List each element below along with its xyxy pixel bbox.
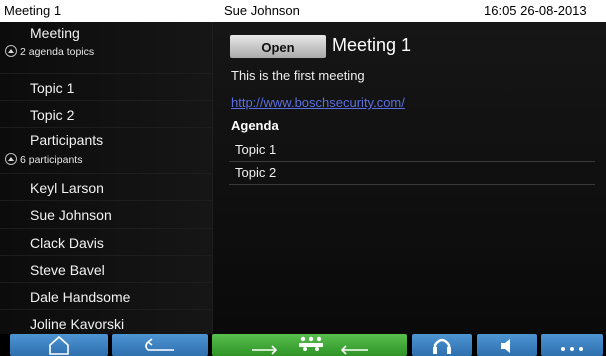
- meeting-title: Meeting 1: [332, 35, 412, 55]
- sidebar-item-participant[interactable]: Steve Bavel: [0, 256, 212, 283]
- participant-name: Clack Davis: [30, 235, 104, 251]
- sidebar-item-topic[interactable]: Topic 2: [0, 101, 212, 128]
- agenda-item-label: Topic 2: [235, 165, 277, 180]
- agenda-topic-count: 2 agenda topics: [20, 46, 95, 58]
- bottom-toolbar: [0, 334, 606, 356]
- agenda-item[interactable]: Topic 1: [229, 139, 595, 162]
- meeting-details: Open Meeting 1 This is the first meeting…: [213, 22, 606, 334]
- meeting-name: Meeting 1: [4, 3, 62, 18]
- sidebar-item-participant[interactable]: Dale Handsome: [0, 283, 212, 310]
- participant-name: Dale Handsome: [30, 289, 131, 305]
- headphones-icon: [433, 338, 451, 354]
- headphones-button[interactable]: [412, 334, 472, 356]
- group-transfer-icon: [252, 336, 368, 355]
- sidebar-item-participants[interactable]: Participants 6 participants: [0, 128, 212, 174]
- agenda-item-label: Topic 1: [235, 142, 277, 157]
- agenda-heading: Agenda: [231, 118, 279, 133]
- sidebar-item-label: Topic 1: [30, 80, 75, 96]
- sidebar-item-participant[interactable]: Sue Johnson: [0, 201, 212, 229]
- sidebar-item-participant[interactable]: Keyl Larson: [0, 174, 212, 201]
- meeting-description: This is the first meeting: [231, 68, 365, 83]
- sidebar-item-participant[interactable]: Joline Kavorski: [0, 310, 212, 334]
- more-dots-icon: [561, 347, 583, 351]
- participant-name: Steve Bavel: [30, 262, 105, 278]
- status-bar: Meeting 1 Sue Johnson 16:05 26-08-2013: [0, 0, 606, 22]
- sidebar-item-topic[interactable]: Topic 1: [0, 74, 212, 101]
- back-button[interactable]: [112, 334, 208, 356]
- sidebar-item-participant[interactable]: Clack Davis: [0, 229, 212, 256]
- volume-button[interactable]: [477, 334, 537, 356]
- home-icon: [49, 335, 69, 355]
- participant-name: Joline Kavorski: [30, 316, 125, 332]
- sidebar-item-label: Topic 2: [30, 107, 75, 123]
- meeting-link[interactable]: http://www.boschsecurity.com/: [231, 95, 405, 110]
- collapse-icon[interactable]: [5, 45, 17, 57]
- agenda-item[interactable]: Topic 2: [229, 162, 595, 185]
- sidebar: Meeting 2 agenda topics Topic 1 Topic 2 …: [0, 22, 213, 334]
- sidebar-item-label: Meeting: [30, 25, 80, 41]
- more-button[interactable]: [541, 334, 603, 356]
- collapse-icon[interactable]: [5, 153, 17, 165]
- transfer-button[interactable]: [212, 334, 407, 356]
- speaker-icon: [501, 339, 510, 353]
- sidebar-item-label: Participants: [30, 132, 104, 148]
- participant-name: Keyl Larson: [30, 180, 104, 196]
- home-button[interactable]: [10, 334, 108, 356]
- participant-name: Sue Johnson: [30, 207, 112, 223]
- participant-count: 6 participants: [20, 154, 83, 166]
- datetime: 16:05 26-08-2013: [484, 3, 587, 18]
- sidebar-item-meeting[interactable]: Meeting 2 agenda topics: [0, 22, 212, 74]
- open-button[interactable]: Open: [230, 35, 326, 58]
- user-name: Sue Johnson: [224, 3, 300, 18]
- back-arrow-icon: [145, 338, 174, 351]
